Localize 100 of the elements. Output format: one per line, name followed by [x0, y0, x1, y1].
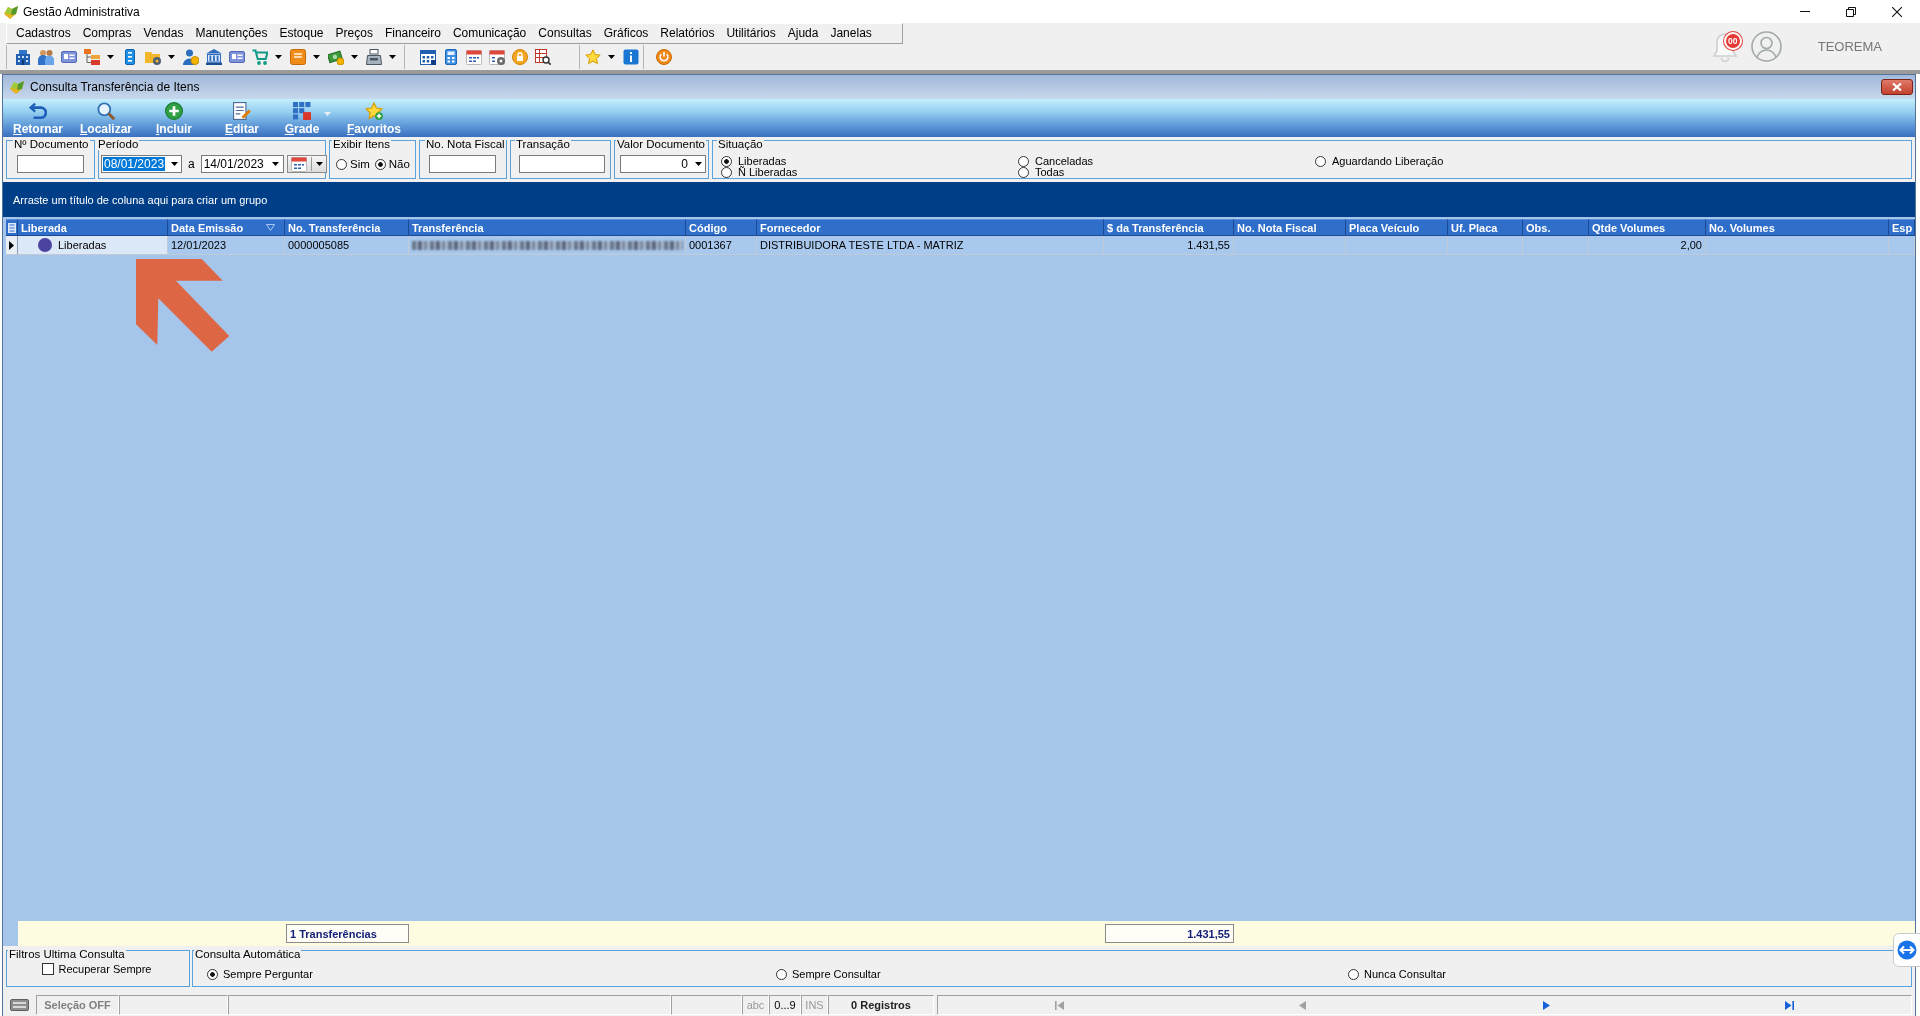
- radio-button[interactable]: [1018, 156, 1029, 167]
- grid-icon[interactable]: [293, 102, 311, 120]
- caret-icon[interactable]: [351, 55, 358, 59]
- column-header[interactable]: No. Volumes: [1706, 219, 1889, 236]
- checkbox[interactable]: [41, 963, 54, 975]
- box-icon[interactable]: [289, 49, 306, 65]
- close-button[interactable]: [1881, 79, 1913, 95]
- calendar-gear-icon[interactable]: [488, 49, 505, 65]
- column-header[interactable]: Transferência: [409, 219, 686, 236]
- column-header[interactable]: No. Nota Fiscal: [1234, 219, 1346, 236]
- table-search-icon[interactable]: [534, 49, 551, 65]
- keyboard-icon[interactable]: [10, 999, 29, 1011]
- cash-register-icon[interactable]: [365, 49, 382, 65]
- plus-circle-icon[interactable]: [165, 102, 183, 120]
- people-icon[interactable]: [37, 49, 54, 65]
- restore-icon[interactable]: [1846, 6, 1856, 17]
- radio-button[interactable]: [374, 158, 386, 170]
- id-card-icon[interactable]: [228, 49, 245, 65]
- caret-icon[interactable]: [608, 55, 615, 59]
- caret-icon[interactable]: [272, 162, 280, 166]
- calendar-grid-icon[interactable]: [419, 49, 436, 65]
- menu-item[interactable]: Gráficos: [597, 25, 655, 42]
- column-header[interactable]: Liberada: [18, 219, 168, 236]
- column-header[interactable]: Código: [686, 219, 757, 236]
- menu-item[interactable]: Estoque: [273, 25, 330, 42]
- person-coin-icon[interactable]: [182, 49, 199, 65]
- caret-icon[interactable]: [107, 55, 114, 59]
- calendar-icon[interactable]: [290, 156, 307, 172]
- menu-item[interactable]: Compras: [76, 25, 138, 42]
- caret-icon[interactable]: [168, 55, 175, 59]
- double-arrow-icon[interactable]: [1893, 933, 1920, 967]
- menu-item[interactable]: Ajuda: [781, 25, 825, 42]
- info-icon[interactable]: [622, 49, 639, 65]
- column-header[interactable]: Fornecedor: [757, 219, 1104, 236]
- edit-button[interactable]: Editar: [208, 99, 276, 137]
- radio-button[interactable]: [1018, 167, 1029, 178]
- value-dropdown[interactable]: 0: [620, 155, 706, 173]
- money-icon[interactable]: [327, 49, 344, 65]
- building-icon[interactable]: [14, 49, 31, 65]
- column-chooser-icon[interactable]: [7, 222, 16, 233]
- text-field[interactable]: [17, 155, 84, 173]
- menu-item[interactable]: Vendas: [137, 25, 190, 42]
- date-field[interactable]: 08/01/2023: [101, 155, 182, 173]
- last-page-icon[interactable]: [1784, 1000, 1794, 1010]
- text-field[interactable]: [429, 155, 496, 173]
- star-icon[interactable]: [584, 49, 601, 65]
- column-header[interactable]: Uf. Placa: [1448, 219, 1523, 236]
- star-icon[interactable]: [365, 102, 383, 120]
- menu-item[interactable]: Manutenções: [189, 25, 274, 42]
- search-icon[interactable]: [97, 102, 115, 120]
- menu-item[interactable]: Cadastros: [10, 25, 77, 42]
- column-header[interactable]: Data Emissão: [168, 219, 285, 236]
- sort-icon[interactable]: [266, 224, 275, 231]
- lock-icon[interactable]: [511, 49, 528, 65]
- menu-item[interactable]: Comunicação: [446, 25, 533, 42]
- text-field[interactable]: [519, 155, 605, 173]
- favorites-button[interactable]: Favoritos: [340, 99, 408, 137]
- calendar-button[interactable]: [286, 155, 327, 173]
- caret-icon[interactable]: [170, 162, 178, 166]
- column-header[interactable]: No. Transferência: [285, 219, 409, 236]
- add-button[interactable]: Incluir: [140, 99, 208, 137]
- caret-icon[interactable]: [694, 162, 702, 166]
- menu-item[interactable]: Consultas: [532, 25, 598, 42]
- back-button[interactable]: Retornar: [4, 99, 72, 137]
- column-header[interactable]: Placa Veículo: [1346, 219, 1448, 236]
- cart-icon[interactable]: [251, 49, 268, 65]
- radio-button[interactable]: [336, 158, 347, 170]
- row-selector[interactable]: [6, 236, 18, 255]
- caret-icon[interactable]: [313, 55, 320, 59]
- caret-icon[interactable]: [389, 55, 396, 59]
- folder-gear-icon[interactable]: [144, 49, 161, 65]
- radio-button[interactable]: [721, 167, 732, 178]
- column-header[interactable]: Qtde Volumes: [1589, 219, 1706, 236]
- document-pencil-icon[interactable]: [233, 102, 251, 120]
- menu-item[interactable]: Relatórios: [654, 25, 721, 42]
- menu-item[interactable]: Janelas: [824, 25, 878, 42]
- close-icon[interactable]: [1892, 6, 1902, 17]
- date-field[interactable]: 14/01/2023: [200, 155, 284, 173]
- next-page-icon[interactable]: [1542, 1000, 1550, 1010]
- bank-icon[interactable]: [205, 49, 222, 65]
- radio-button[interactable]: [1315, 156, 1326, 167]
- org-chart-icon[interactable]: [83, 49, 100, 65]
- menu-item[interactable]: Financeiro: [378, 25, 447, 42]
- radio-button[interactable]: [207, 968, 218, 980]
- calculator-icon[interactable]: [442, 49, 459, 65]
- search-button[interactable]: Localizar: [72, 99, 140, 137]
- menu-item[interactable]: Utilitários: [720, 25, 782, 42]
- radio-button[interactable]: [1348, 968, 1359, 980]
- grid-button[interactable]: Grade: [276, 99, 340, 137]
- id-card-icon[interactable]: [60, 49, 77, 65]
- power-icon[interactable]: [655, 49, 672, 65]
- back-arrow-icon[interactable]: [29, 102, 47, 120]
- column-header[interactable]: Esp: [1889, 219, 1915, 236]
- menu-item[interactable]: Preços: [329, 25, 379, 42]
- caret-icon[interactable]: [315, 162, 323, 166]
- column-header[interactable]: $ da Transferência: [1104, 219, 1234, 236]
- caret-icon[interactable]: [275, 55, 282, 59]
- column-header[interactable]: Obs.: [1523, 219, 1589, 236]
- radio-button[interactable]: [776, 968, 787, 980]
- calendar-icon[interactable]: [465, 49, 482, 65]
